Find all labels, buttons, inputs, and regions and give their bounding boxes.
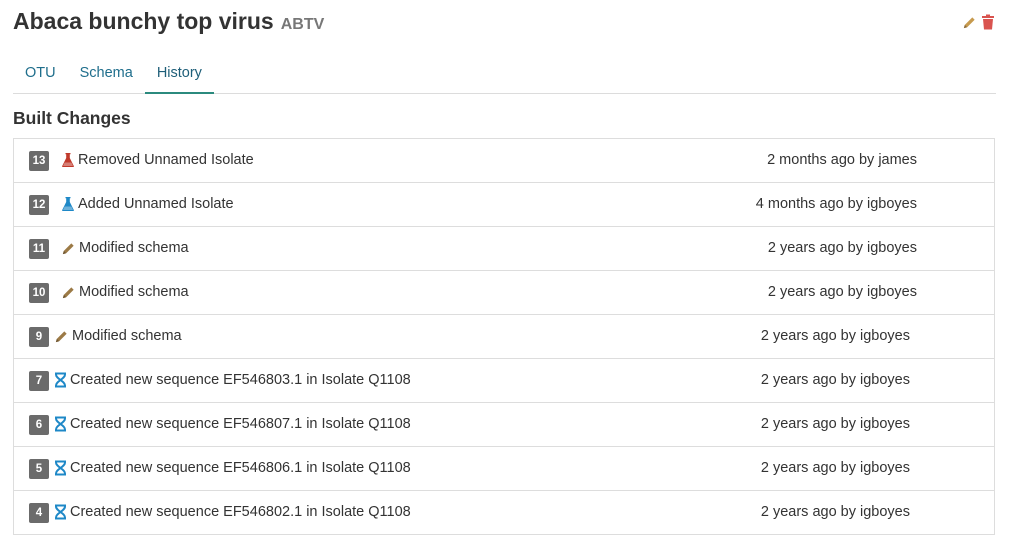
pencil-icon (54, 329, 72, 344)
changes-list: 13 Removed Unnamed Isolate 2 months ago by… (13, 138, 995, 535)
history-row: 4 Created new sequence EF546802.1 in Isol… (14, 491, 994, 535)
change-description-text: Modified schema (72, 328, 182, 344)
pencil-icon (61, 241, 79, 256)
change-description: Modified schema (61, 227, 189, 269)
change-description: Created new sequence EF546807.1 in Isola… (54, 403, 411, 445)
change-description-text: Created new sequence EF546802.1 in Isola… (70, 504, 411, 520)
history-row: 12 Added Unnamed Isolate 4 months ago by i… (14, 183, 994, 227)
otu-abbreviation: ABTV (280, 16, 325, 33)
otu-header: Abaca bunchy top virus ABTV (13, 7, 998, 37)
dna-icon (54, 504, 70, 520)
change-description-text: Removed Unnamed Isolate (78, 152, 254, 168)
delete-button[interactable] (980, 13, 996, 31)
otu-tabs: OTU Schema History (13, 56, 996, 94)
change-timestamp-user: 2 years ago by igboyes (760, 460, 910, 476)
change-description-text: Created new sequence EF546803.1 in Isola… (70, 372, 411, 388)
history-row: 13 Removed Unnamed Isolate 2 months ago by… (14, 139, 994, 183)
change-description-text: Modified schema (79, 284, 189, 300)
change-description: Created new sequence EF546802.1 in Isola… (54, 491, 411, 533)
flask-icon (61, 152, 78, 168)
change-description: Modified schema (61, 271, 189, 313)
change-index-badge: 9 (29, 327, 49, 347)
history-row: 7 Created new sequence EF546803.1 in Isol… (14, 359, 994, 403)
dna-icon (54, 416, 70, 432)
change-index-badge: 5 (29, 459, 49, 479)
change-timestamp-user: 2 years ago by igboyes (767, 240, 917, 256)
change-description: Modified schema (54, 315, 182, 357)
pencil-icon (963, 16, 975, 28)
change-timestamp-user: 2 years ago by igboyes (760, 504, 910, 520)
change-description: Created new sequence EF546803.1 in Isola… (54, 359, 411, 401)
history-row: 11 Modified schema 2 years ago by igboyes (14, 227, 994, 271)
change-index-badge: 11 (29, 239, 49, 259)
history-row: 10 Modified schema 2 years ago by igboyes (14, 271, 994, 315)
section-title: Built Changes (13, 108, 131, 128)
change-description-text: Modified schema (79, 240, 189, 256)
change-timestamp-user: 2 years ago by igboyes (760, 372, 910, 388)
history-row: 5 Created new sequence EF546806.1 in Isol… (14, 447, 994, 491)
history-row: 6 Created new sequence EF546807.1 in Isol… (14, 403, 994, 447)
change-index-badge: 12 (29, 195, 49, 215)
change-description: Added Unnamed Isolate (61, 183, 234, 225)
change-index-badge: 13 (29, 151, 49, 171)
dna-icon (54, 460, 70, 476)
page-title: Abaca bunchy top virus (13, 8, 274, 34)
tab-schema[interactable]: Schema (68, 56, 145, 94)
change-timestamp-user: 2 months ago by james (767, 152, 917, 168)
flask-icon (61, 196, 78, 212)
pencil-icon (61, 285, 79, 300)
change-description-text: Created new sequence EF546806.1 in Isola… (70, 460, 411, 476)
change-description: Created new sequence EF546806.1 in Isola… (54, 447, 411, 489)
trash-icon (982, 14, 994, 30)
change-description-text: Created new sequence EF546807.1 in Isola… (70, 416, 411, 432)
change-index-badge: 7 (29, 371, 49, 391)
change-description-text: Added Unnamed Isolate (78, 196, 234, 212)
tab-otu[interactable]: OTU (13, 56, 68, 94)
change-index-badge: 10 (29, 283, 49, 303)
history-row: 9 Modified schema 2 years ago by igboyes (14, 315, 994, 359)
change-description: Removed Unnamed Isolate (61, 139, 254, 181)
change-index-badge: 4 (29, 503, 49, 523)
change-timestamp-user: 4 months ago by igboyes (755, 196, 917, 212)
change-timestamp-user: 2 years ago by igboyes (767, 284, 917, 300)
dna-icon (54, 372, 70, 388)
tab-history[interactable]: History (144, 56, 214, 94)
change-index-badge: 6 (29, 415, 49, 435)
change-timestamp-user: 2 years ago by igboyes (760, 416, 910, 432)
change-timestamp-user: 2 years ago by igboyes (760, 328, 910, 344)
edit-button[interactable] (961, 13, 977, 31)
header-actions (961, 13, 996, 31)
